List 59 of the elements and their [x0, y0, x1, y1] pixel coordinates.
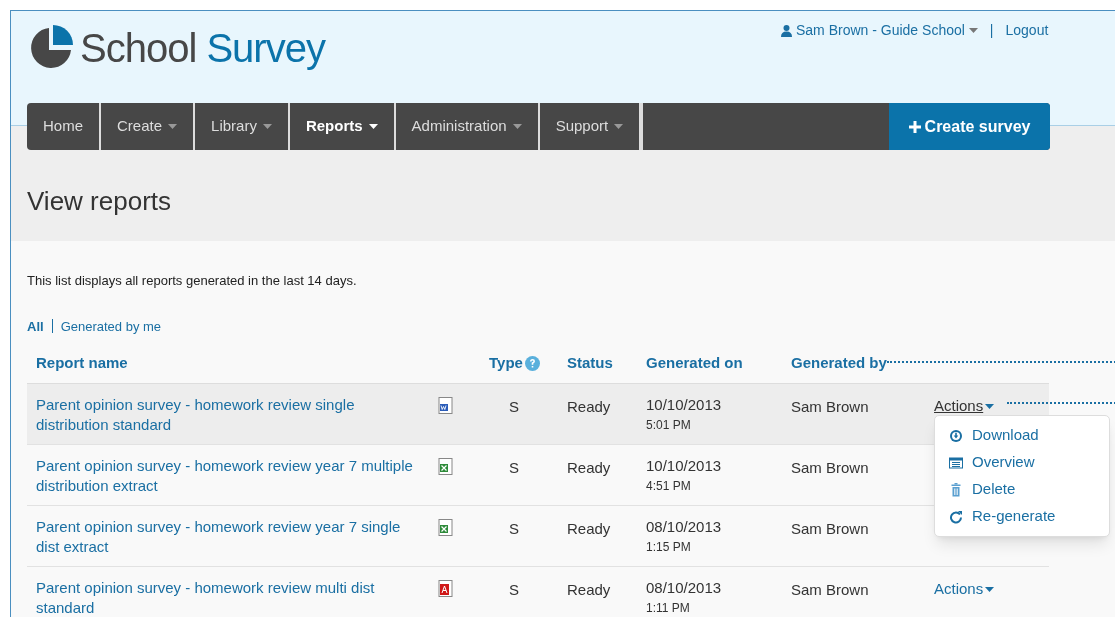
table-cell-text: 5:01 PM [646, 417, 692, 434]
logo-text: School Survey [80, 28, 325, 68]
file-icon [438, 397, 453, 414]
table-cell: Sam Brown [791, 459, 869, 476]
report-link[interactable]: Parent opinion survey - homework review multi dist standard [27, 578, 427, 617]
table-cell-text: 08/10/2013 [646, 517, 723, 537]
column-header: Generated on [646, 353, 744, 374]
logout-link[interactable]: Logout [1005, 20, 1049, 41]
help-icon [524, 356, 540, 371]
table-cell: S [509, 581, 519, 598]
table-cell: Ready [567, 581, 611, 598]
column-header: Report name [35, 353, 129, 374]
caret-icon [985, 586, 995, 592]
column-header: Type [489, 353, 523, 374]
intro-text: This list displays all reports generated in the last 14 days. [27, 272, 358, 290]
filter-link[interactable]: Generated by me [60, 316, 162, 336]
table-cell: S [509, 398, 519, 415]
table-cell: Sam Brown [791, 581, 869, 598]
caret-icon [985, 403, 995, 409]
user-menu[interactable]: Sam Brown - Guide School [781, 20, 978, 41]
create-survey-button[interactable]: Create survey [889, 103, 1050, 150]
menu-item[interactable]: Download [935, 422, 1109, 449]
table-cell: Ready [567, 459, 611, 476]
file-icon [438, 580, 453, 597]
table-cell-text: 10/10/2013 [646, 395, 723, 415]
file-icon [438, 519, 453, 536]
menu-item[interactable]: Re-generate [935, 503, 1109, 530]
table-cell-text: 1:11 PM [646, 600, 691, 617]
filter-link[interactable]: All [27, 316, 44, 336]
table-cell: Sam Brown [791, 398, 869, 415]
table-cell: Ready [567, 398, 611, 415]
user-icon [781, 24, 792, 37]
table-cell: Ready [567, 520, 611, 537]
table-cell-text: 08/10/2013 [646, 578, 723, 598]
table-cell-text: 4:51 PM [646, 478, 692, 495]
separator: | [989, 21, 994, 40]
trash-icon [949, 482, 963, 497]
caret-icon [968, 28, 978, 33]
download-icon [949, 428, 963, 443]
logo-icon [28, 25, 74, 71]
report-link[interactable]: Parent opinion survey - homework review year 7 multiple distribution extract [27, 456, 427, 496]
refresh-icon [949, 509, 963, 524]
list-icon [949, 455, 963, 470]
actions-dropdown[interactable]: Actions [934, 395, 995, 418]
table-cell: S [509, 520, 519, 537]
column-header: Status [567, 353, 614, 374]
file-icon [438, 458, 453, 475]
column-header: Generated by [791, 353, 887, 374]
menu-item[interactable]: Overview [935, 449, 1109, 476]
actions-dropdown[interactable]: Actions [934, 578, 995, 601]
table-cell: Sam Brown [791, 520, 869, 537]
menu-item[interactable]: Delete [935, 476, 1109, 503]
table-cell: S [509, 459, 519, 476]
plus-icon [908, 120, 921, 133]
report-link[interactable]: Parent opinion survey - homework review single distribution standard [27, 395, 427, 435]
table-cell-text: 1:15 PM [646, 539, 692, 556]
page-title: View reports [27, 185, 172, 218]
report-link[interactable]: Parent opinion survey - homework review year 7 single dist extract [27, 517, 427, 557]
table-cell-text: 10/10/2013 [646, 456, 723, 476]
